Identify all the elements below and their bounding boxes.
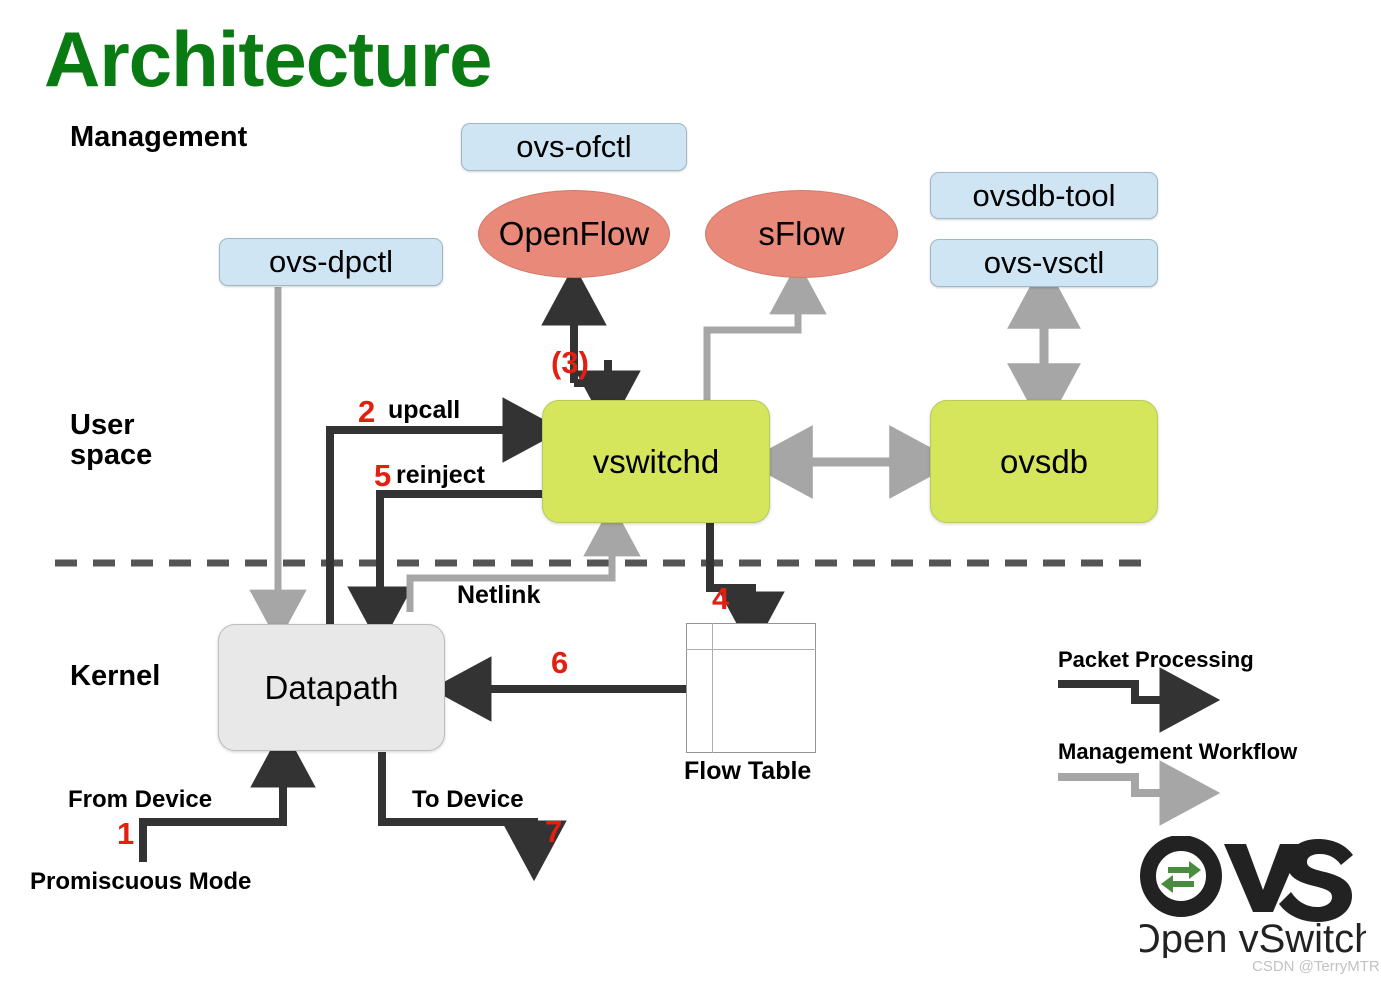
node-ovs-vsctl[interactable]: ovs-vsctl <box>930 239 1158 287</box>
node-sflow[interactable]: sFlow <box>705 190 898 278</box>
edge-label-upcall: upcall <box>388 396 461 424</box>
node-ovsdb-tool-label: ovsdb-tool <box>972 177 1116 213</box>
zone-label-user-space-line2: space <box>70 439 153 472</box>
node-ovs-dpctl-label: ovs-dpctl <box>268 244 394 279</box>
node-sflow-label: sFlow <box>758 215 845 252</box>
ovs-logo: Open vSwitch <box>1130 835 1376 961</box>
node-openflow-label: OpenFlow <box>498 215 650 252</box>
flow-table-header-divider <box>686 649 816 650</box>
legend-arrow-packet-processing <box>1058 667 1221 733</box>
node-ovsdb-label: ovsdb <box>999 442 1089 480</box>
edge-label-netlink: Netlink <box>457 581 541 609</box>
page-title: Architecture <box>44 15 492 103</box>
edge-label-to-device: To Device <box>412 786 524 813</box>
ovs-logo-exchange-arrows-icon <box>1161 861 1201 893</box>
step-number-2: 2 <box>358 394 376 429</box>
step-number-5: 5 <box>374 458 392 493</box>
legend-label-management-workflow: Management Workflow <box>1058 739 1298 764</box>
legend-label-packet-processing: Packet Processing <box>1058 647 1254 672</box>
node-datapath[interactable]: Datapath <box>218 624 445 751</box>
ovs-logo-svg: Open vSwitch <box>1130 835 1376 961</box>
legend-arrow-management-workflow <box>1058 760 1221 826</box>
node-vswitchd-label: vswitchd <box>592 442 720 480</box>
flow-table-caption: Flow Table <box>684 757 812 785</box>
node-ovsdb[interactable]: ovsdb <box>930 400 1158 523</box>
node-ovs-dpctl[interactable]: ovs-dpctl <box>219 238 443 286</box>
flow-table-column-divider <box>712 623 713 753</box>
architecture-diagram: Architecture Management User space Kerne… <box>0 0 1381 982</box>
step-number-4: 4 <box>712 581 730 616</box>
ovs-logo-wordmark: Open vSwitch <box>1140 917 1366 958</box>
ovs-logo-o-ring <box>1140 835 1222 917</box>
flow-table-frame <box>686 623 816 753</box>
zone-label-user-space-line1: User <box>70 409 135 441</box>
zone-label-kernel: Kernel <box>70 660 161 692</box>
step-number-1: 1 <box>117 816 135 851</box>
edge-label-from-device: From Device <box>68 786 213 813</box>
node-ovs-ofctl[interactable]: ovs-ofctl <box>461 123 687 171</box>
node-vswitchd[interactable]: vswitchd <box>542 400 770 523</box>
node-ovs-ofctl-label: ovs-ofctl <box>516 129 632 164</box>
step-number-3: (3) <box>551 345 589 380</box>
csdn-watermark: CSDN @TerryMTR <box>1252 958 1380 975</box>
edge-openflow-vswitchd-step <box>574 379 612 392</box>
step-number-6: 6 <box>551 645 569 680</box>
node-flow-table[interactable] <box>686 623 816 753</box>
zone-label-user-space: User space <box>70 410 152 471</box>
zone-label-management: Management <box>70 121 248 153</box>
node-ovs-vsctl-label: ovs-vsctl <box>983 245 1105 280</box>
edge-label-reinject: reinject <box>396 461 485 489</box>
edge-label-promiscuous-mode: Promiscuous Mode <box>30 868 252 895</box>
node-ovsdb-tool[interactable]: ovsdb-tool <box>930 172 1158 219</box>
step-number-7: 7 <box>545 814 563 849</box>
node-datapath-label: Datapath <box>264 668 399 706</box>
node-openflow[interactable]: OpenFlow <box>478 190 670 278</box>
